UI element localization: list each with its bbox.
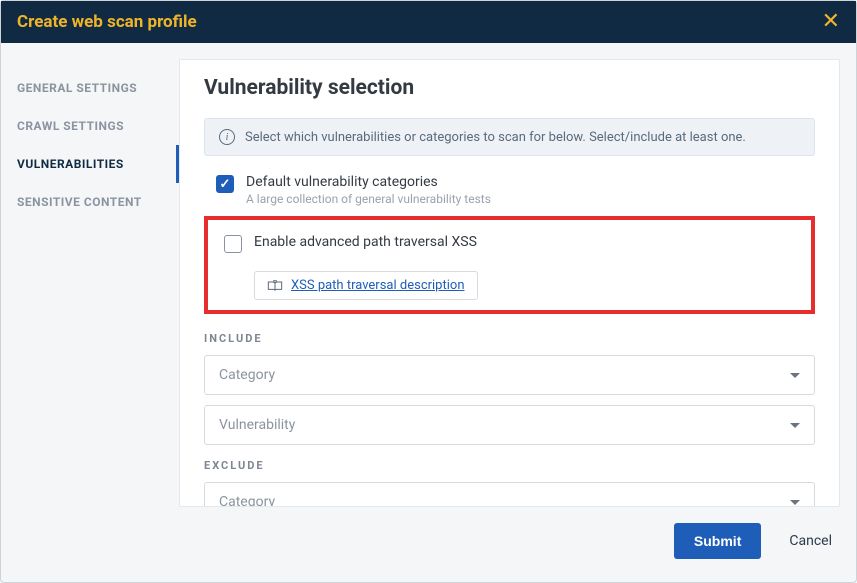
default-vuln-label: Default vulnerability categories: [246, 174, 491, 190]
exclude-category-dropdown[interactable]: Category: [204, 482, 815, 507]
info-banner: i Select which vulnerabilities or catego…: [204, 118, 815, 156]
xss-description-link-text: XSS path traversal description: [291, 278, 465, 293]
include-label: INCLUDE: [204, 332, 815, 345]
dialog-footer: Submit Cancel: [1, 523, 856, 559]
default-vuln-checkbox[interactable]: [216, 175, 234, 193]
default-vuln-sublabel: A large collection of general vulnerabil…: [246, 192, 491, 206]
close-icon[interactable]: ✕: [822, 11, 840, 33]
exclude-label: EXCLUDE: [204, 459, 815, 472]
submit-button[interactable]: Submit: [674, 523, 761, 559]
advanced-xss-highlight: Enable advanced path traversal XSS XSS p…: [204, 216, 815, 314]
sidebar-item-vulnerabilities[interactable]: VULNERABILITIES: [17, 145, 179, 183]
sidebar: GENERAL SETTINGS CRAWL SETTINGS VULNERAB…: [17, 59, 179, 507]
sidebar-item-general-settings[interactable]: GENERAL SETTINGS: [17, 69, 179, 107]
advanced-xss-text: Enable advanced path traversal XSS: [254, 234, 477, 250]
dialog-body: GENERAL SETTINGS CRAWL SETTINGS VULNERAB…: [1, 43, 856, 523]
chevron-down-icon: [790, 373, 800, 378]
advanced-xss-label: Enable advanced path traversal XSS: [254, 234, 477, 250]
main-panel: Vulnerability selection i Select which v…: [179, 59, 840, 507]
chevron-down-icon: [790, 500, 800, 505]
include-vulnerability-dropdown[interactable]: Vulnerability: [204, 405, 815, 445]
default-vuln-text: Default vulnerability categories A large…: [246, 174, 491, 206]
advanced-xss-checkbox[interactable]: [224, 235, 242, 253]
include-category-placeholder: Category: [219, 367, 275, 383]
info-icon: i: [219, 129, 235, 145]
page-title: Vulnerability selection: [204, 76, 815, 100]
xss-description-link[interactable]: XSS path traversal description: [254, 271, 478, 300]
info-text: Select which vulnerabilities or categori…: [245, 130, 746, 145]
advanced-xss-row: Enable advanced path traversal XSS: [224, 234, 807, 253]
exclude-category-placeholder: Category: [219, 494, 275, 507]
include-category-dropdown[interactable]: Category: [204, 355, 815, 395]
book-icon: [267, 280, 283, 292]
sidebar-item-crawl-settings[interactable]: CRAWL SETTINGS: [17, 107, 179, 145]
dialog-title: Create web scan profile: [17, 12, 197, 32]
include-vulnerability-placeholder: Vulnerability: [219, 417, 295, 433]
cancel-button[interactable]: Cancel: [789, 533, 832, 549]
chevron-down-icon: [790, 423, 800, 428]
dialog-header: Create web scan profile ✕: [1, 1, 856, 43]
sidebar-item-sensitive-content[interactable]: SENSITIVE CONTENT: [17, 183, 179, 221]
default-vuln-row: Default vulnerability categories A large…: [216, 174, 815, 206]
